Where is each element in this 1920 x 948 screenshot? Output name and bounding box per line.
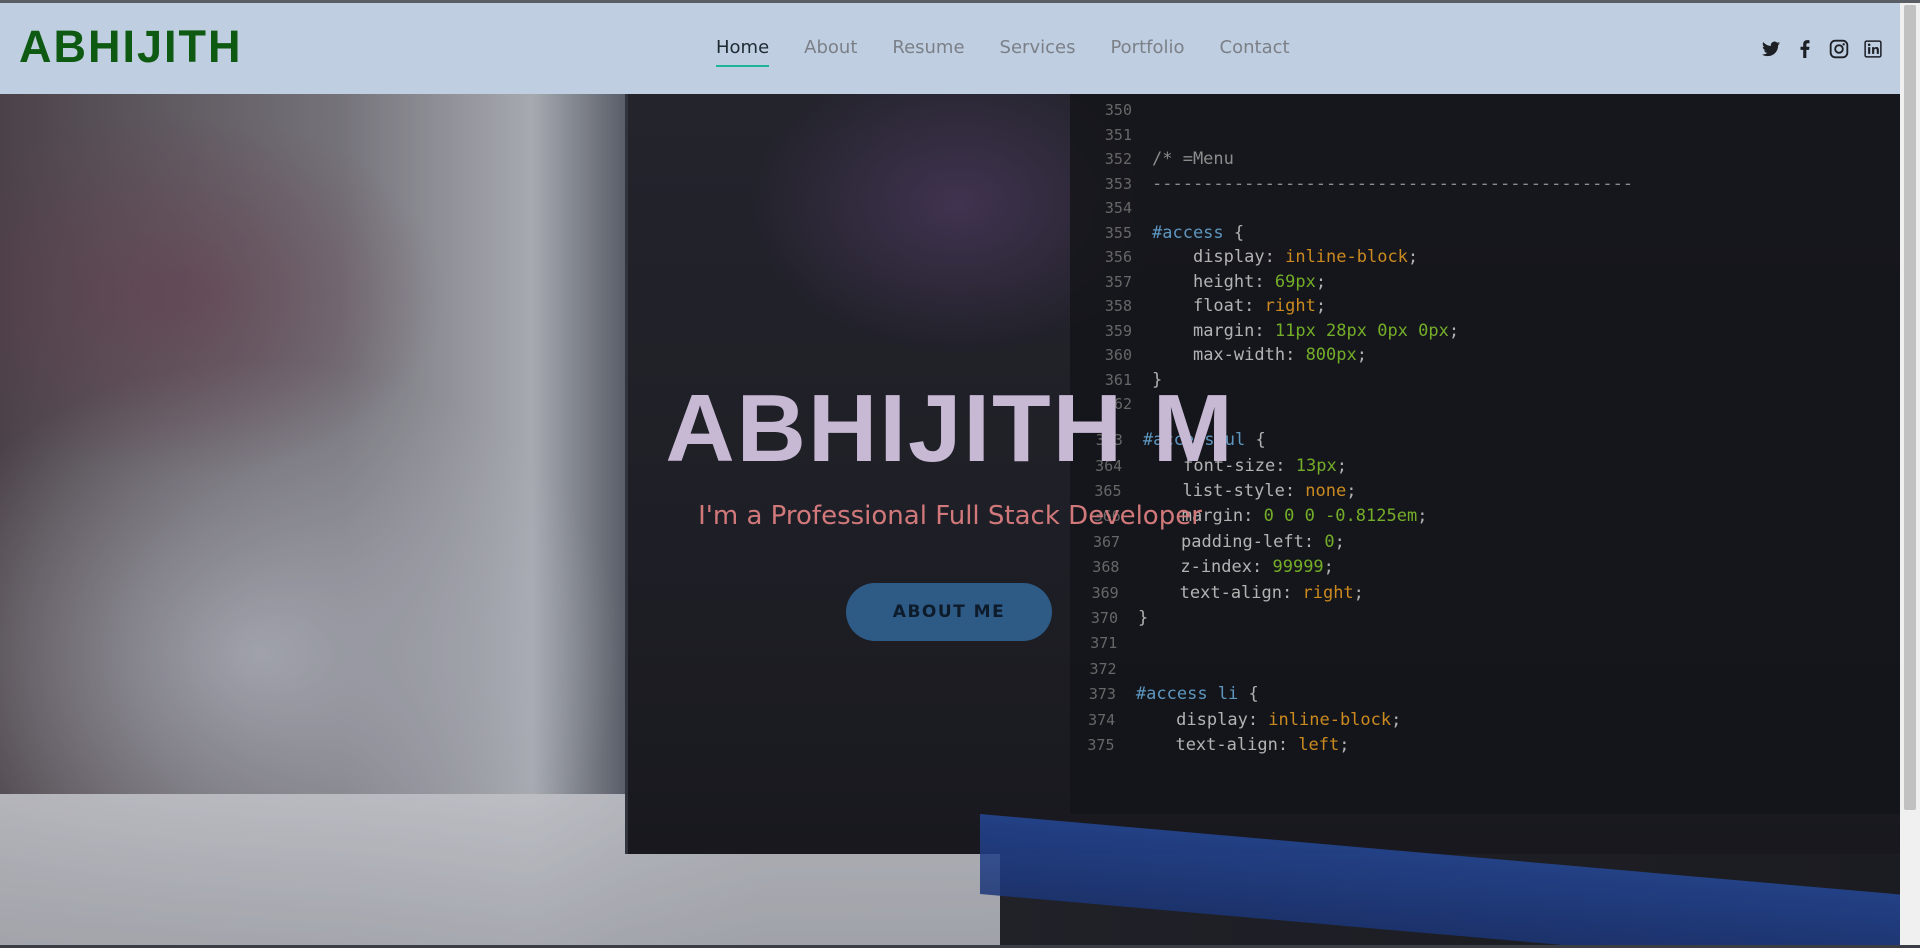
- social-links: [1761, 39, 1883, 59]
- linkedin-icon[interactable]: [1863, 39, 1883, 59]
- instagram-icon[interactable]: [1829, 39, 1849, 59]
- nav-item-services[interactable]: Services: [1000, 37, 1076, 59]
- page-scrollbar[interactable]: [1900, 3, 1920, 945]
- main-nav: Home About Resume Services Portfolio Con…: [716, 37, 1325, 67]
- hero-title: ABHIJITH M: [665, 375, 1235, 482]
- site-logo[interactable]: ABHIJITH: [19, 23, 243, 71]
- nav-item-home[interactable]: Home: [716, 37, 770, 67]
- site-header: ABHIJITH Home About Resume Services Port…: [0, 3, 1900, 94]
- twitter-icon[interactable]: [1761, 39, 1781, 59]
- scrollbar-thumb[interactable]: [1904, 5, 1916, 810]
- nav-item-portfolio[interactable]: Portfolio: [1110, 37, 1184, 59]
- about-me-button[interactable]: ABOUT ME: [846, 583, 1052, 641]
- nav-item-about[interactable]: About: [804, 37, 857, 59]
- nav-item-resume[interactable]: Resume: [892, 37, 964, 59]
- hero-section: 350 351 352/* =Menu 353 --------------------…: [0, 94, 1900, 945]
- hero-subtitle: I'm a Professional Full Stack Developer: [698, 501, 1202, 531]
- facebook-icon[interactable]: [1795, 39, 1815, 59]
- nav-item-contact[interactable]: Contact: [1220, 37, 1290, 59]
